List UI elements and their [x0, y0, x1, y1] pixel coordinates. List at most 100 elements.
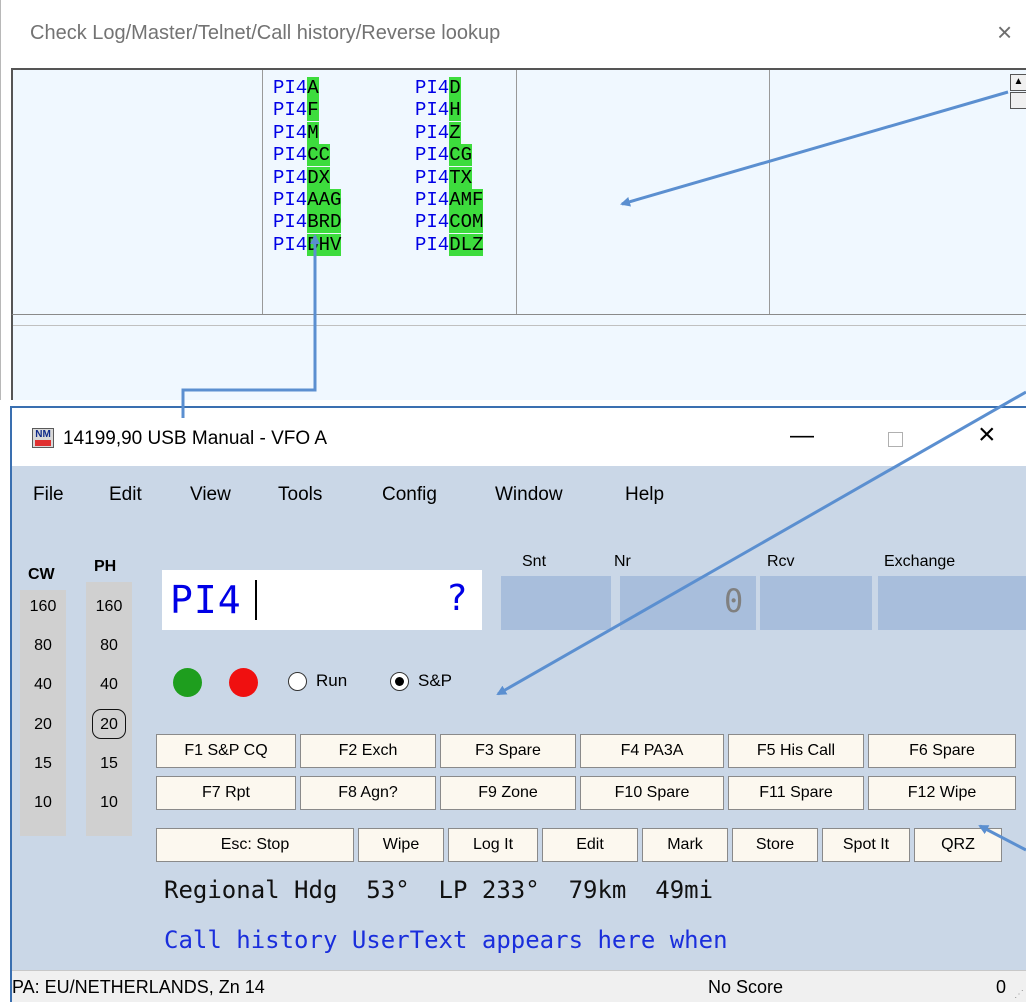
qrz-button[interactable]: QRZ [914, 828, 1002, 862]
f7-button[interactable]: F7 Rpt [156, 776, 296, 810]
scroll-thumb[interactable] [1010, 92, 1026, 109]
partial-call-item[interactable]: PI4Z [415, 121, 483, 144]
partial-call-item[interactable]: PI4AMF [415, 188, 484, 211]
band-cw-20[interactable]: 20 [20, 716, 66, 734]
ph-band-header: PH [94, 558, 117, 575]
partial-call-item[interactable]: PI4COM [415, 211, 484, 234]
text-cursor [255, 580, 257, 620]
band-cw-80[interactable]: 80 [20, 637, 66, 655]
partial-calls-column-2: PI4D PI4H PI4Z PI4CG PI4TX PI4AMF PI4COM… [415, 77, 484, 256]
f10-button[interactable]: F10 Spare [580, 776, 724, 810]
band-cw-160[interactable]: 160 [20, 598, 66, 616]
exchange-label: Exchange [884, 553, 956, 570]
snt-field[interactable] [501, 576, 611, 630]
band-ph-10[interactable]: 10 [86, 794, 132, 812]
partial-call-item[interactable]: PI4DX [273, 166, 341, 189]
f9-button[interactable]: F9 Zone [440, 776, 576, 810]
check-window-title-bar[interactable]: Check Log/Master/Telnet/Call history/Rev… [1, 0, 1026, 68]
partial-call-item[interactable]: PI4CG [415, 144, 483, 167]
call-history-usertext: Call history UserText appears here when [164, 926, 728, 954]
menu-help[interactable]: Help [625, 484, 664, 506]
entry-window: NM 14199,90 USB Manual - VFO A — × File … [10, 406, 1026, 1002]
vertical-scrollbar[interactable]: ▲ [1007, 72, 1026, 112]
partial-call-item[interactable]: PI4DHV [273, 233, 342, 256]
partial-call-item[interactable]: PI4A [273, 77, 341, 99]
check-window: Check Log/Master/Telnet/Call history/Rev… [0, 0, 1026, 400]
spot-it-button[interactable]: Spot It [822, 828, 910, 862]
resize-grip-icon[interactable]: ⋰ [1014, 989, 1024, 1000]
band-cw-10[interactable]: 10 [20, 794, 66, 812]
column-divider [516, 70, 517, 316]
band-ph-160[interactable]: 160 [86, 598, 132, 616]
f8-button[interactable]: F8 Agn? [300, 776, 436, 810]
red-status-indicator [229, 668, 258, 697]
f3-button[interactable]: F3 Spare [440, 734, 576, 768]
menu-edit[interactable]: Edit [109, 484, 142, 506]
menu-tools[interactable]: Tools [278, 484, 322, 506]
green-status-indicator [173, 668, 202, 697]
f2-button[interactable]: F2 Exch [300, 734, 436, 768]
nr-field[interactable]: 0 [620, 576, 756, 630]
rcv-field[interactable] [760, 576, 872, 630]
app-logo-icon: NM [32, 428, 54, 448]
partial-call-item[interactable]: PI4AAG [273, 188, 342, 211]
callsign-input[interactable]: PI4 ? [162, 570, 482, 630]
sp-mode-label[interactable]: S&P [418, 671, 452, 691]
cw-band-header: CW [28, 566, 55, 583]
menu-config[interactable]: Config [382, 484, 437, 506]
f1-button[interactable]: F1 S&P CQ [156, 734, 296, 768]
check-window-lower-pane [11, 314, 1026, 400]
partial-call-item[interactable]: PI4TX [415, 166, 483, 189]
mark-button[interactable]: Mark [642, 828, 728, 862]
partial-call-item[interactable]: PI4D [415, 77, 483, 99]
nr-label: Nr [614, 553, 631, 570]
sp-mode-radio[interactable] [390, 672, 409, 691]
wipe-button[interactable]: Wipe [358, 828, 444, 862]
run-mode-radio[interactable] [288, 672, 307, 691]
band-ph-15[interactable]: 15 [86, 755, 132, 773]
entry-window-title-bar[interactable]: NM 14199,90 USB Manual - VFO A — × [12, 408, 1026, 466]
f4-button[interactable]: F4 PA3A [580, 734, 724, 768]
partial-call-item[interactable]: PI4CC [273, 144, 341, 167]
close-icon[interactable]: × [997, 19, 1012, 45]
active-band-marker [92, 709, 126, 739]
partial-call-item[interactable]: PI4DLZ [415, 233, 484, 256]
f11-button[interactable]: F11 Spare [728, 776, 864, 810]
partial-call-item[interactable]: PI4BRD [273, 211, 342, 234]
band-cw-40[interactable]: 40 [20, 676, 66, 694]
callsign-value: PI4 [170, 578, 242, 622]
partial-call-item[interactable]: PI4F [273, 99, 341, 122]
maximize-icon[interactable] [888, 432, 903, 447]
score-status: No Score [708, 977, 784, 997]
band-cw-15[interactable]: 15 [20, 755, 66, 773]
divider [13, 325, 1026, 326]
log-it-button[interactable]: Log It [448, 828, 538, 862]
exchange-field[interactable] [878, 576, 1026, 630]
band-ph-80[interactable]: 80 [86, 637, 132, 655]
callsign-unknown-flag: ? [446, 578, 468, 619]
f6-button[interactable]: F6 Spare [868, 734, 1016, 768]
minimize-icon[interactable]: — [790, 422, 814, 450]
column-divider [262, 70, 263, 316]
f12-button[interactable]: F12 Wipe [868, 776, 1016, 810]
store-button[interactable]: Store [732, 828, 818, 862]
partial-call-item[interactable]: PI4H [415, 99, 483, 122]
cw-band-column: 160 80 40 20 15 10 [20, 590, 66, 836]
heading-distance-info: Regional Hdg 53° LP 233° 79km 49mi [164, 876, 714, 904]
edit-button[interactable]: Edit [542, 828, 638, 862]
column-divider [769, 70, 770, 316]
country-zone-status: PA: EU/NETHERLANDS, Zn 14 [12, 977, 265, 997]
scroll-up-icon[interactable]: ▲ [1010, 74, 1026, 91]
status-bar: PA: EU/NETHERLANDS, Zn 14 No Score 0 ⋰ [12, 970, 1026, 1002]
band-ph-40[interactable]: 40 [86, 676, 132, 694]
f5-button[interactable]: F5 His Call [728, 734, 864, 768]
menu-file[interactable]: File [33, 484, 64, 506]
esc-stop-button[interactable]: Esc: Stop [156, 828, 354, 862]
count-status: 0 [996, 977, 1007, 997]
partial-call-item[interactable]: PI4M [273, 121, 341, 144]
menu-window[interactable]: Window [495, 484, 563, 506]
entry-window-title: 14199,90 USB Manual - VFO A [63, 428, 328, 449]
close-icon[interactable]: × [978, 420, 996, 450]
menu-view[interactable]: View [190, 484, 231, 506]
run-mode-label[interactable]: Run [316, 671, 347, 691]
